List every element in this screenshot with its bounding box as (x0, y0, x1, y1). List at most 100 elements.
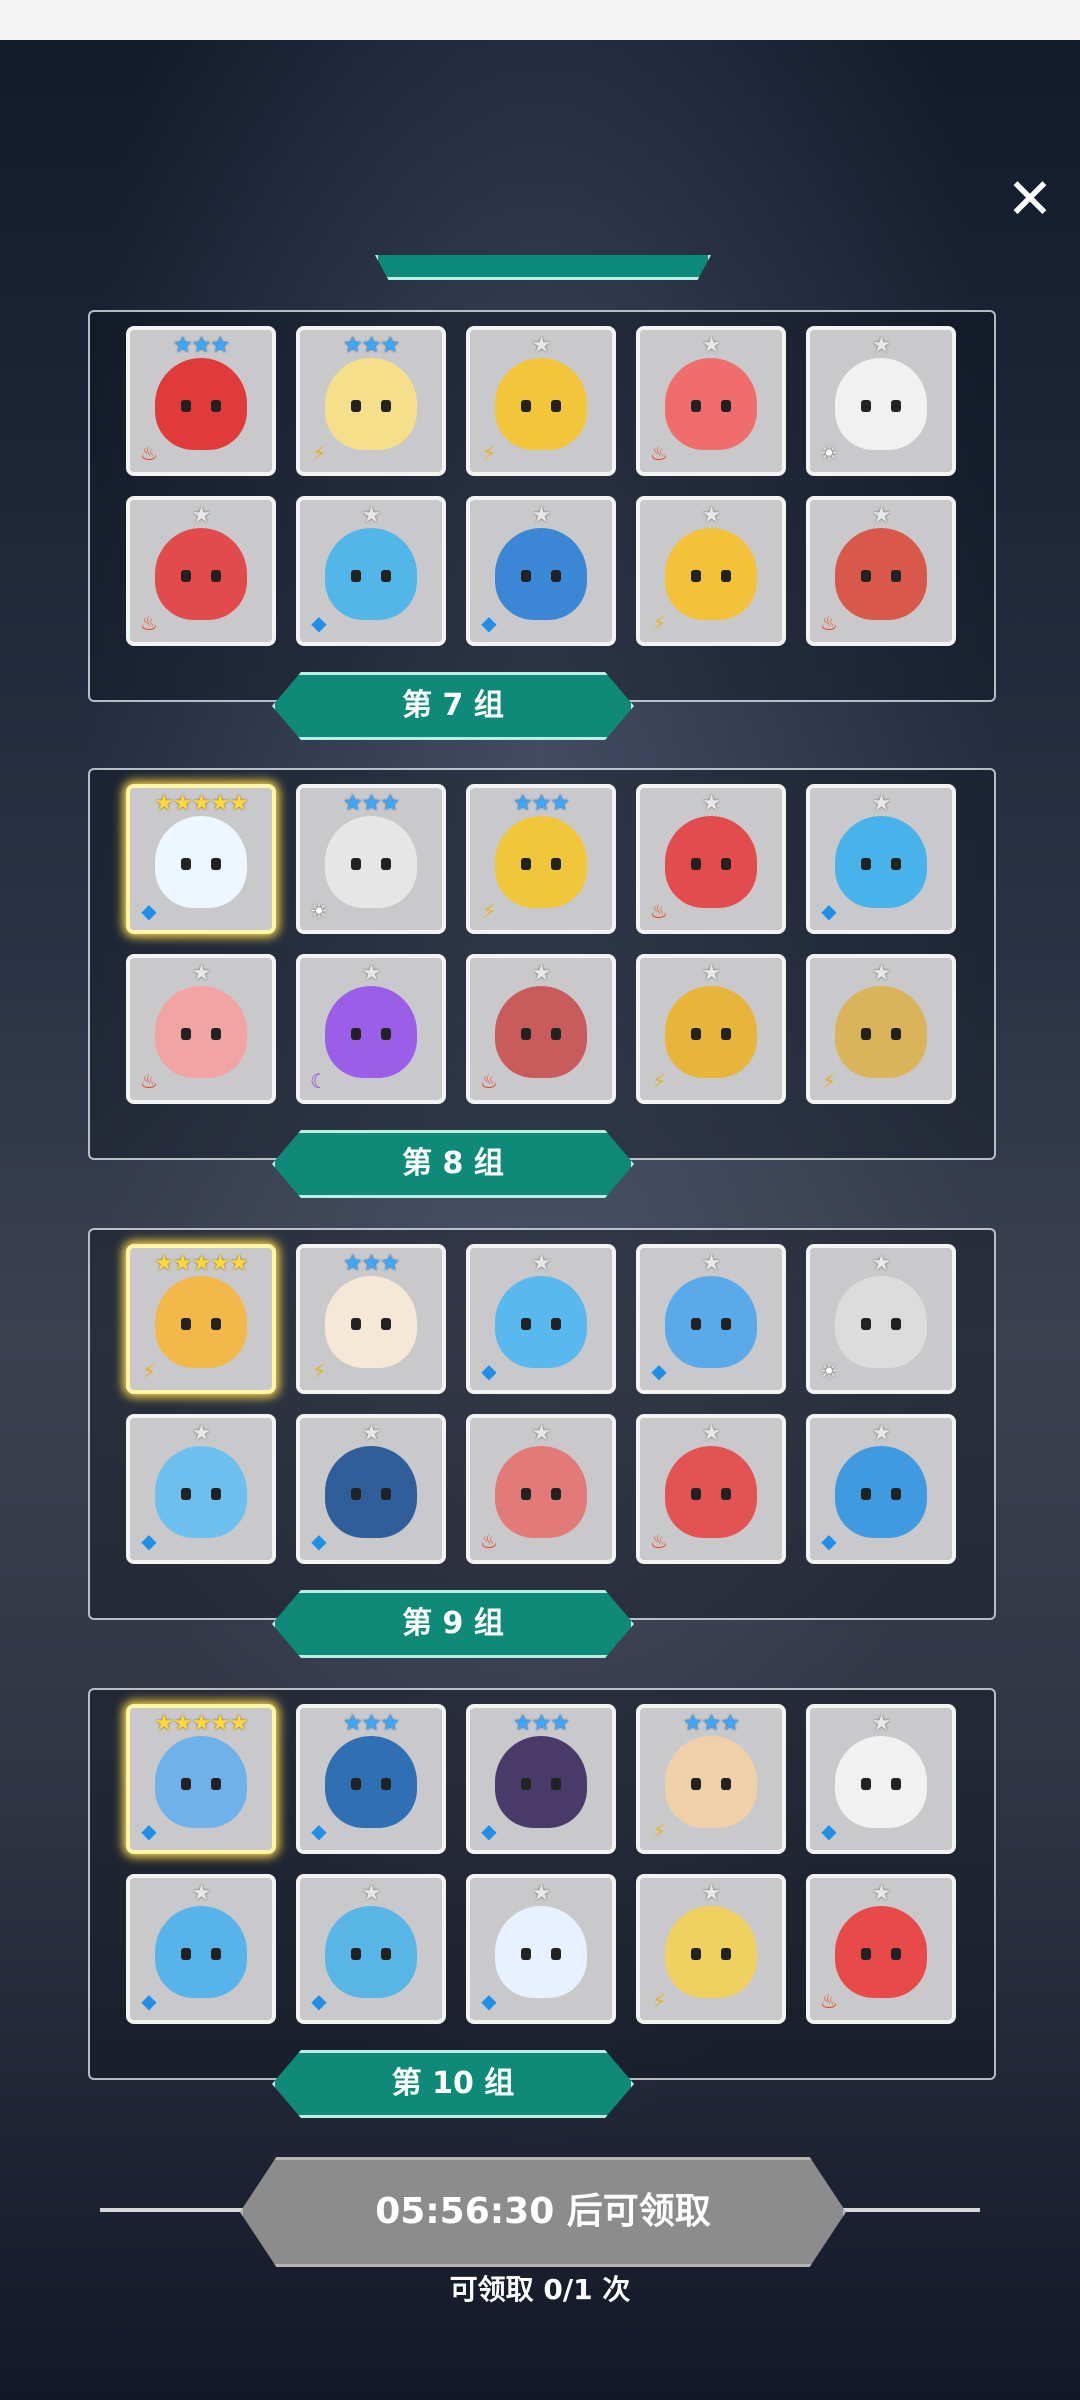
hero-card[interactable]: ★★★ ☀ (296, 784, 446, 934)
hero-portrait (155, 358, 247, 450)
hero-card[interactable]: ★ ♨ (466, 954, 616, 1104)
hero-card[interactable]: ★ ◆ (806, 1704, 956, 1854)
group-label: 第 7 组 (272, 672, 634, 740)
hero-card[interactable]: ★ ♨ (466, 1414, 616, 1564)
hero-card[interactable]: ★ ◆ (126, 1414, 276, 1564)
group-panel: ★★★★★ ◆ ★★★ ☀ ★★★ ⚡ ★ ♨ ★ ◆ ★ ♨ ★ ☾ ★ ♨ ★ ⚡ ★ ⚡ (88, 768, 996, 1160)
hero-portrait (665, 986, 757, 1078)
hero-card[interactable]: ★ ♨ (126, 954, 276, 1104)
hero-card[interactable]: ★ ⚡ (636, 496, 786, 646)
hero-card[interactable]: ★★★★★ ◆ (126, 1704, 276, 1854)
water-element-icon: ◆ (311, 611, 327, 635)
hero-card[interactable]: ★ ♨ (806, 1874, 956, 2024)
hero-portrait (495, 528, 587, 620)
star-rating: ★ (361, 503, 382, 528)
hero-portrait (835, 816, 927, 908)
thunder-element-icon: ⚡ (311, 441, 327, 465)
group-label: 第 8 组 (272, 1130, 634, 1198)
water-element-icon: ◆ (821, 1529, 837, 1553)
hero-card[interactable]: ★ ☾ (296, 954, 446, 1104)
hero-card[interactable]: ★ ♨ (636, 326, 786, 476)
fire-element-icon: ♨ (820, 1989, 838, 2013)
close-button[interactable]: ✕ (1000, 170, 1060, 230)
fire-element-icon: ♨ (480, 1069, 498, 1093)
star-rating: ★★★ (512, 1711, 570, 1736)
hero-portrait (665, 528, 757, 620)
hero-card[interactable]: ★ ◆ (466, 1874, 616, 2024)
hero-portrait (835, 358, 927, 450)
star-rating: ★ (361, 1881, 382, 1906)
hero-card[interactable]: ★★★ ⚡ (296, 326, 446, 476)
hero-card[interactable]: ★★★ ⚡ (466, 784, 616, 934)
hero-card[interactable]: ★ ♨ (636, 1414, 786, 1564)
hero-portrait (495, 1276, 587, 1368)
star-rating: ★★★ (172, 333, 230, 358)
star-rating: ★ (701, 1251, 722, 1276)
fire-element-icon: ♨ (140, 611, 158, 635)
hero-card[interactable]: ★★★★★ ⚡ (126, 1244, 276, 1394)
hero-card[interactable]: ★★★ ⚡ (296, 1244, 446, 1394)
star-rating: ★ (871, 791, 892, 816)
star-rating: ★ (531, 503, 552, 528)
hero-card[interactable]: ★ ◆ (806, 1414, 956, 1564)
hero-card[interactable]: ★ ⚡ (466, 326, 616, 476)
hero-card[interactable]: ★ ☀ (806, 326, 956, 476)
water-element-icon: ◆ (651, 1359, 667, 1383)
hero-card[interactable]: ★★★ ◆ (466, 1704, 616, 1854)
hero-card[interactable]: ★ ⚡ (636, 954, 786, 1104)
star-rating: ★ (871, 1251, 892, 1276)
light-element-icon: ☀ (310, 899, 328, 923)
hero-card[interactable]: ★ ☀ (806, 1244, 956, 1394)
hero-card[interactable]: ★★★★★ ◆ (126, 784, 276, 934)
star-rating: ★ (871, 1881, 892, 1906)
hero-card[interactable]: ★ ◆ (296, 1874, 446, 2024)
star-rating: ★ (871, 333, 892, 358)
fire-element-icon: ♨ (820, 611, 838, 635)
hero-card[interactable]: ★ ◆ (636, 1244, 786, 1394)
fire-element-icon: ♨ (650, 1529, 668, 1553)
hero-card[interactable]: ★ ♨ (636, 784, 786, 934)
hero-card[interactable]: ★★★ ♨ (126, 326, 276, 476)
hero-portrait (665, 1446, 757, 1538)
star-rating: ★ (531, 1421, 552, 1446)
hero-card[interactable]: ★ ♨ (806, 496, 956, 646)
star-rating: ★★★ (512, 791, 570, 816)
star-rating: ★★★ (342, 333, 400, 358)
hero-card[interactable]: ★ ◆ (466, 496, 616, 646)
thunder-element-icon: ⚡ (821, 1069, 837, 1093)
hero-card[interactable]: ★ ◆ (296, 1414, 446, 1564)
hero-card[interactable]: ★ ◆ (296, 496, 446, 646)
hero-card[interactable]: ★ ⚡ (636, 1874, 786, 2024)
fire-element-icon: ♨ (480, 1529, 498, 1553)
star-rating: ★ (361, 961, 382, 986)
star-rating: ★★★★★ (154, 1251, 249, 1276)
fire-element-icon: ♨ (650, 899, 668, 923)
claim-button[interactable]: 05:56:30 后可领取 (240, 2157, 846, 2267)
hero-portrait (155, 1276, 247, 1368)
hero-portrait (325, 1446, 417, 1538)
star-rating: ★ (191, 961, 212, 986)
water-element-icon: ◆ (141, 1529, 157, 1553)
star-rating: ★ (531, 961, 552, 986)
hero-card[interactable]: ★ ◆ (126, 1874, 276, 2024)
hero-card[interactable]: ★ ◆ (806, 784, 956, 934)
thunder-element-icon: ⚡ (651, 1989, 667, 2013)
star-rating: ★ (361, 1421, 382, 1446)
thunder-element-icon: ⚡ (141, 1359, 157, 1383)
hero-card[interactable]: ★ ♨ (126, 496, 276, 646)
hero-card-grid: ★★★★★ ⚡ ★★★ ⚡ ★ ◆ ★ ◆ ★ ☀ ★ ◆ ★ ◆ ★ ♨ ★ ♨ ★ ◆ (126, 1244, 962, 1584)
hero-portrait (495, 1736, 587, 1828)
water-element-icon: ◆ (141, 1989, 157, 2013)
hero-portrait (835, 1736, 927, 1828)
hero-portrait (835, 1906, 927, 1998)
dark-element-icon: ☾ (310, 1069, 328, 1093)
hero-card[interactable]: ★★★ ◆ (296, 1704, 446, 1854)
hero-card[interactable]: ★ ◆ (466, 1244, 616, 1394)
hero-card[interactable]: ★★★ ⚡ (636, 1704, 786, 1854)
fire-element-icon: ♨ (140, 1069, 158, 1093)
hero-portrait (325, 816, 417, 908)
group-panel: ★★★★★ ◆ ★★★ ◆ ★★★ ◆ ★★★ ⚡ ★ ◆ ★ ◆ ★ ◆ ★ ◆ ★ ⚡ ★ ♨ (88, 1688, 996, 2080)
star-rating: ★ (701, 961, 722, 986)
hero-card[interactable]: ★ ⚡ (806, 954, 956, 1104)
star-rating: ★★★★★ (154, 1711, 249, 1736)
